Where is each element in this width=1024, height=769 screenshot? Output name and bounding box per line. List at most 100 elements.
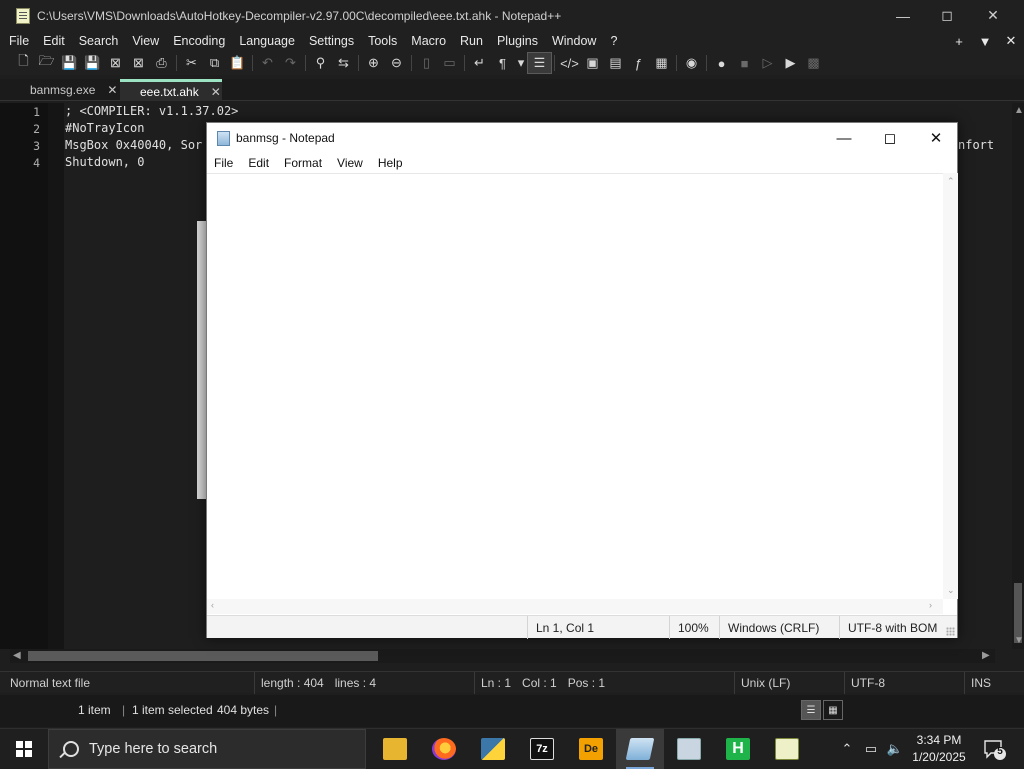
folder-as-workspace-icon[interactable]: ▦ — [650, 53, 673, 73]
function-list-icon[interactable]: ƒ — [627, 53, 650, 73]
notepad-menu-format[interactable]: Format — [277, 156, 330, 170]
npp-close-button[interactable]: ✕ — [970, 0, 1016, 31]
stop-macro-icon[interactable]: ■ — [733, 53, 756, 73]
find-icon[interactable]: ⚲ — [309, 53, 332, 73]
close-document-icon[interactable]: ✕ — [998, 33, 1024, 49]
menu-run[interactable]: Run — [453, 34, 490, 48]
show-all-characters-icon[interactable]: ¶ — [491, 53, 514, 73]
details-view-icon[interactable]: ☰ — [801, 700, 821, 720]
taskbar-decompiler[interactable]: De — [567, 729, 615, 769]
tab-list-dropdown-icon[interactable]: ▼ — [972, 34, 998, 49]
scroll-left-arrow-icon[interactable]: ‹ — [211, 600, 214, 610]
tab-close-icon[interactable]: ✕ — [211, 85, 221, 99]
volume-muted-icon[interactable]: 🔈 — [884, 729, 906, 769]
status-eol[interactable]: Unix (LF) — [734, 672, 844, 694]
close-all-icon[interactable]: ⊠ — [127, 53, 150, 73]
notepad-vertical-scrollbar[interactable]: ⌃ ⌄ — [943, 173, 958, 599]
network-icon[interactable]: ▭ — [860, 729, 882, 769]
taskbar-clock[interactable]: 3:34 PM 1/20/2025 — [906, 732, 972, 766]
redo-icon[interactable]: ↷ — [279, 53, 302, 73]
save-macro-icon[interactable]: ▩ — [802, 53, 825, 73]
menu-plugins[interactable]: Plugins — [490, 34, 545, 48]
sync-vertical-icon[interactable]: ▯ — [415, 53, 438, 73]
open-file-icon[interactable]: 🗁 — [35, 53, 58, 73]
menu-search[interactable]: Search — [72, 34, 126, 48]
taskbar-remote-desktop[interactable] — [665, 729, 713, 769]
status-encoding[interactable]: UTF-8 — [844, 672, 964, 694]
npp-vertical-scrollbar[interactable]: ▲ ▼ — [1012, 103, 1024, 649]
undo-icon[interactable]: ↶ — [256, 53, 279, 73]
taskbar-notepadpp[interactable] — [763, 729, 811, 769]
word-wrap-icon[interactable]: ↵ — [468, 53, 491, 73]
notepad-menu-help[interactable]: Help — [371, 156, 411, 170]
notepad-menu-edit[interactable]: Edit — [241, 156, 277, 170]
show-hidden-icons-chevron-icon[interactable]: ⌃ — [838, 729, 856, 769]
taskbar-python[interactable] — [469, 729, 517, 769]
taskbar-7zip[interactable]: 7z — [518, 729, 566, 769]
notepad-title-bar[interactable]: banmsg - Notepad — ◻ ✕ — [207, 123, 957, 153]
taskbar-hiew[interactable]: H — [714, 729, 762, 769]
npp-title-bar[interactable]: C:\Users\VMS\Downloads\AutoHotkey-Decomp… — [0, 0, 1024, 31]
indent-guide-icon[interactable]: ☰ — [527, 52, 552, 74]
menu-window[interactable]: Window — [545, 34, 603, 48]
notification-center-button[interactable]: 5 — [982, 737, 1006, 761]
dropdown-arrow-icon[interactable]: ▾ — [514, 53, 528, 73]
save-icon[interactable]: 💾 — [58, 53, 81, 73]
notepad-text-area[interactable] — [207, 173, 943, 599]
tab-eee-txt-ahk[interactable]: eee.txt.ahk ✕ — [120, 79, 222, 101]
xml-tags-icon[interactable]: </> — [558, 53, 581, 73]
replace-icon[interactable]: ⇆ — [332, 53, 355, 73]
code-line[interactable]: #NoTrayIcon — [65, 121, 144, 135]
print-icon[interactable]: ⎙ — [150, 53, 173, 73]
status-insert-mode[interactable]: INS — [964, 672, 1024, 694]
document-list-icon[interactable]: ▤ — [604, 53, 627, 73]
npp-maximize-button[interactable]: ◻ — [924, 0, 970, 31]
taskbar-firefox[interactable] — [420, 729, 468, 769]
npp-minimize-button[interactable]: — — [880, 0, 926, 31]
zoom-out-icon[interactable]: ⊖ — [385, 53, 408, 73]
cut-icon[interactable]: ✂ — [180, 53, 203, 73]
npp-horizontal-scrollbar[interactable]: ◀ ▶ — [10, 649, 995, 663]
menu-encoding[interactable]: Encoding — [166, 34, 232, 48]
start-button[interactable] — [0, 729, 48, 769]
taskbar-file-explorer[interactable] — [371, 729, 419, 769]
menu-file[interactable]: File — [0, 34, 36, 48]
close-file-icon[interactable]: ⊠ — [104, 53, 127, 73]
scroll-right-arrow-icon[interactable]: ▶ — [982, 650, 990, 661]
scroll-up-arrow-icon[interactable]: ▲ — [1014, 105, 1024, 116]
scroll-down-arrow-icon[interactable]: ⌄ — [947, 585, 955, 596]
code-line[interactable]: ; <COMPILER: v1.1.37.02> — [65, 104, 238, 118]
menu-help[interactable]: ? — [603, 34, 624, 48]
taskbar-search-box[interactable]: Type here to search — [48, 729, 366, 769]
save-all-icon[interactable]: 💾 — [81, 53, 104, 73]
paste-icon[interactable]: 📋 — [226, 53, 249, 73]
notepad-maximize-button[interactable]: ◻ — [867, 123, 913, 153]
run-macro-multiple-icon[interactable]: ▶ — [779, 53, 802, 73]
monitoring-icon[interactable]: ◉ — [680, 53, 703, 73]
menu-settings[interactable]: Settings — [302, 34, 361, 48]
notepad-menu-view[interactable]: View — [330, 156, 371, 170]
menu-tools[interactable]: Tools — [361, 34, 404, 48]
taskbar-notepad[interactable] — [616, 729, 664, 769]
record-macro-icon[interactable]: ● — [710, 53, 733, 73]
code-line[interactable]: MsgBox 0x40040, Sor — [65, 138, 202, 152]
scroll-right-arrow-icon[interactable]: › — [929, 600, 932, 610]
scroll-left-arrow-icon[interactable]: ◀ — [13, 650, 21, 661]
menu-view[interactable]: View — [125, 34, 166, 48]
notepad-close-button[interactable]: ✕ — [913, 123, 959, 153]
scroll-up-arrow-icon[interactable]: ⌃ — [947, 176, 955, 187]
document-map-icon[interactable]: ▣ — [581, 53, 604, 73]
menu-macro[interactable]: Macro — [404, 34, 453, 48]
code-line[interactable]: Shutdown, 0 — [65, 155, 144, 169]
zoom-in-icon[interactable]: ⊕ — [362, 53, 385, 73]
menu-language[interactable]: Language — [232, 34, 302, 48]
scrollbar-thumb[interactable] — [28, 651, 378, 661]
tab-close-icon[interactable]: ✕ — [107, 83, 117, 97]
scrollbar-thumb[interactable] — [1014, 583, 1022, 643]
resize-grip-icon[interactable] — [946, 627, 955, 636]
menu-edit[interactable]: Edit — [36, 34, 72, 48]
tab-banmsg-exe[interactable]: banmsg.exe ✕ — [8, 79, 118, 101]
notepad-menu-file[interactable]: File — [207, 156, 241, 170]
copy-icon[interactable]: ⧉ — [203, 53, 226, 73]
scroll-down-arrow-icon[interactable]: ▼ — [1014, 635, 1024, 646]
